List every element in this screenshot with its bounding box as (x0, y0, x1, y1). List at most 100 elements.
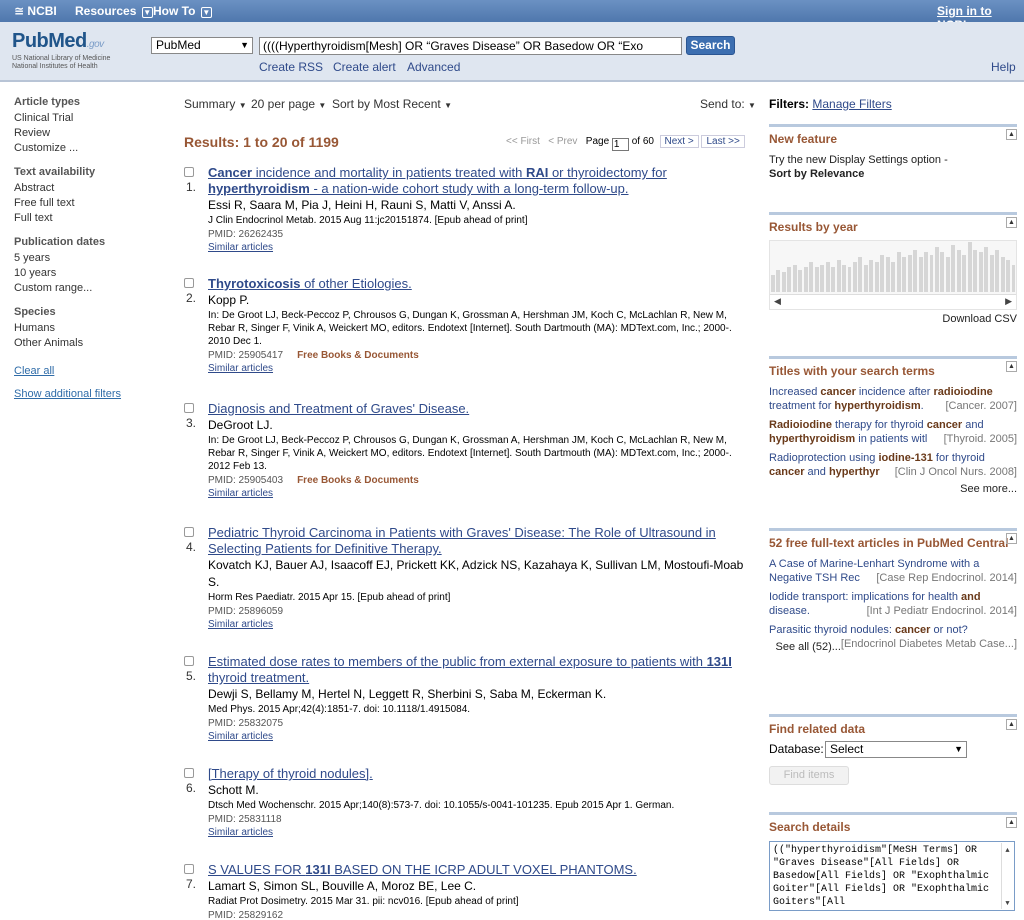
howto-menu[interactable]: How To ▼ (153, 4, 212, 18)
filter-other-animals[interactable]: Other Animals (14, 336, 154, 351)
free-article-item[interactable]: Parasitic thyroid nodules: cancer or not… (769, 623, 1017, 650)
year-bar[interactable] (874, 262, 879, 292)
result-title-link[interactable]: Thyrotoxicosis of other Etiologies. (208, 276, 756, 292)
year-bar[interactable] (1011, 264, 1016, 292)
filter-abstract[interactable]: Abstract (14, 181, 154, 196)
advanced-link[interactable]: Advanced (407, 60, 460, 74)
year-bar[interactable] (951, 244, 956, 292)
similar-articles-link[interactable]: Similar articles (208, 363, 756, 375)
year-bar[interactable] (771, 274, 775, 292)
year-bar[interactable] (907, 254, 912, 292)
prev-page-link[interactable]: < Prev (548, 136, 577, 147)
result-title-link[interactable]: Cancer incidence and mortality in patien… (208, 165, 756, 197)
year-bar[interactable] (792, 264, 797, 292)
related-title-item[interactable]: Increased cancer incidence after radioio… (769, 385, 1017, 413)
year-bar[interactable] (924, 252, 929, 292)
collapse-icon[interactable]: ▲ (1006, 129, 1017, 140)
year-bar[interactable] (853, 262, 857, 292)
create-alert-link[interactable]: Create alert (333, 60, 396, 74)
scroll-up-icon[interactable]: ▲ (1002, 845, 1013, 858)
filter-5-years[interactable]: 5 years (14, 251, 154, 266)
year-bar[interactable] (798, 269, 803, 292)
show-additional-filters-link[interactable]: Show additional filters (14, 388, 154, 400)
related-title-item[interactable]: Radioprotection using iodine-131 for thy… (769, 451, 1017, 479)
year-bar[interactable] (962, 254, 967, 292)
similar-articles-link[interactable]: Similar articles (208, 731, 756, 743)
last-page-button[interactable]: Last >> (701, 135, 745, 148)
similar-articles-link[interactable]: Similar articles (208, 827, 756, 839)
search-input[interactable]: ((((Hyperthyroidism[Mesh] OR “Graves Dis… (259, 37, 682, 55)
result-title-link[interactable]: [Therapy of thyroid nodules]. (208, 766, 756, 782)
download-csv-link[interactable]: Download CSV (769, 313, 1017, 325)
result-checkbox[interactable] (184, 403, 194, 413)
collapse-icon[interactable]: ▲ (1006, 217, 1017, 228)
free-books-link[interactable]: Free Books & Documents (297, 350, 419, 361)
year-bar[interactable] (967, 242, 972, 292)
year-bar[interactable] (869, 259, 874, 292)
filter-humans[interactable]: Humans (14, 321, 154, 336)
next-page-button[interactable]: Next > (659, 135, 699, 148)
result-checkbox[interactable] (184, 527, 194, 537)
scroll-down-icon[interactable]: ▼ (1002, 898, 1013, 910)
summary-dropdown[interactable]: Summary ▼ (184, 97, 247, 111)
filter-free-full-text[interactable]: Free full text (14, 196, 154, 211)
year-bar[interactable] (814, 267, 819, 292)
year-bar[interactable] (973, 249, 978, 292)
chart-scrollbar[interactable]: ◀ ▶ (770, 294, 1016, 309)
search-button[interactable]: Search (686, 36, 735, 55)
result-checkbox[interactable] (184, 278, 194, 288)
clear-all-link[interactable]: Clear all (14, 365, 154, 377)
year-bar[interactable] (978, 252, 983, 292)
year-bar[interactable] (858, 257, 863, 292)
result-checkbox[interactable] (184, 768, 194, 778)
filter-full-text[interactable]: Full text (14, 211, 154, 226)
result-checkbox[interactable] (184, 864, 194, 874)
sort-by-relevance-link[interactable]: Sort by Relevance (769, 167, 1017, 181)
year-bar[interactable] (1006, 259, 1011, 292)
collapse-icon[interactable]: ▲ (1006, 719, 1017, 730)
year-bar[interactable] (836, 259, 841, 292)
filter-10-years[interactable]: 10 years (14, 266, 154, 281)
year-bar[interactable] (929, 254, 934, 292)
result-title-link[interactable]: Estimated dose rates to members of the p… (208, 654, 756, 686)
year-bar[interactable] (918, 257, 923, 292)
related-database-select[interactable]: Select ▼ (825, 741, 967, 758)
find-items-button[interactable]: Find items (769, 766, 849, 785)
year-bar[interactable] (902, 257, 907, 292)
filter-review[interactable]: Review (14, 126, 154, 141)
year-bar[interactable] (885, 257, 890, 292)
see-more-link[interactable]: See more... (769, 483, 1017, 495)
year-bar[interactable] (896, 252, 901, 292)
year-bar[interactable] (956, 249, 961, 292)
collapse-icon[interactable]: ▲ (1006, 361, 1017, 372)
result-title-link[interactable]: S VALUES FOR 131I BASED ON THE ICRP ADUL… (208, 862, 756, 878)
scroll-left-icon[interactable]: ◀ (774, 296, 781, 307)
filter-clinical-trial[interactable]: Clinical Trial (14, 111, 154, 126)
year-bar[interactable] (787, 267, 792, 292)
free-article-item[interactable]: Iodide transport: implications for healt… (769, 590, 1017, 618)
similar-articles-link[interactable]: Similar articles (208, 488, 756, 500)
result-checkbox[interactable] (184, 656, 194, 666)
ncbi-logo[interactable]: ≅ NCBI (14, 4, 57, 18)
free-books-link[interactable]: Free Books & Documents (297, 475, 419, 486)
year-bar[interactable] (880, 254, 885, 292)
year-bar[interactable] (863, 264, 868, 292)
year-bar[interactable] (891, 262, 896, 292)
collapse-icon[interactable]: ▲ (1006, 817, 1017, 828)
manage-filters-link[interactable]: Manage Filters (812, 97, 891, 111)
year-bar[interactable] (803, 267, 808, 292)
result-title-link[interactable]: Diagnosis and Treatment of Graves' Disea… (208, 401, 756, 417)
similar-articles-link[interactable]: Similar articles (208, 242, 756, 254)
page-number-input[interactable]: 1 (611, 138, 629, 151)
first-page-link[interactable]: << First (506, 136, 540, 147)
pubmed-logo[interactable]: PubMed.gov US National Library of Medici… (12, 30, 122, 71)
year-bar[interactable] (989, 254, 994, 292)
year-bar[interactable] (820, 264, 825, 292)
year-bar[interactable] (781, 272, 786, 292)
free-article-item[interactable]: A Case of Marine-Lenhart Syndrome with a… (769, 557, 1017, 585)
results-by-year-chart[interactable]: ◀ ▶ (769, 240, 1017, 310)
help-link[interactable]: Help (991, 60, 1016, 74)
textarea-scrollbar[interactable]: ▲ ▼ (1001, 843, 1013, 909)
result-checkbox[interactable] (184, 167, 194, 177)
create-rss-link[interactable]: Create RSS (259, 60, 323, 74)
